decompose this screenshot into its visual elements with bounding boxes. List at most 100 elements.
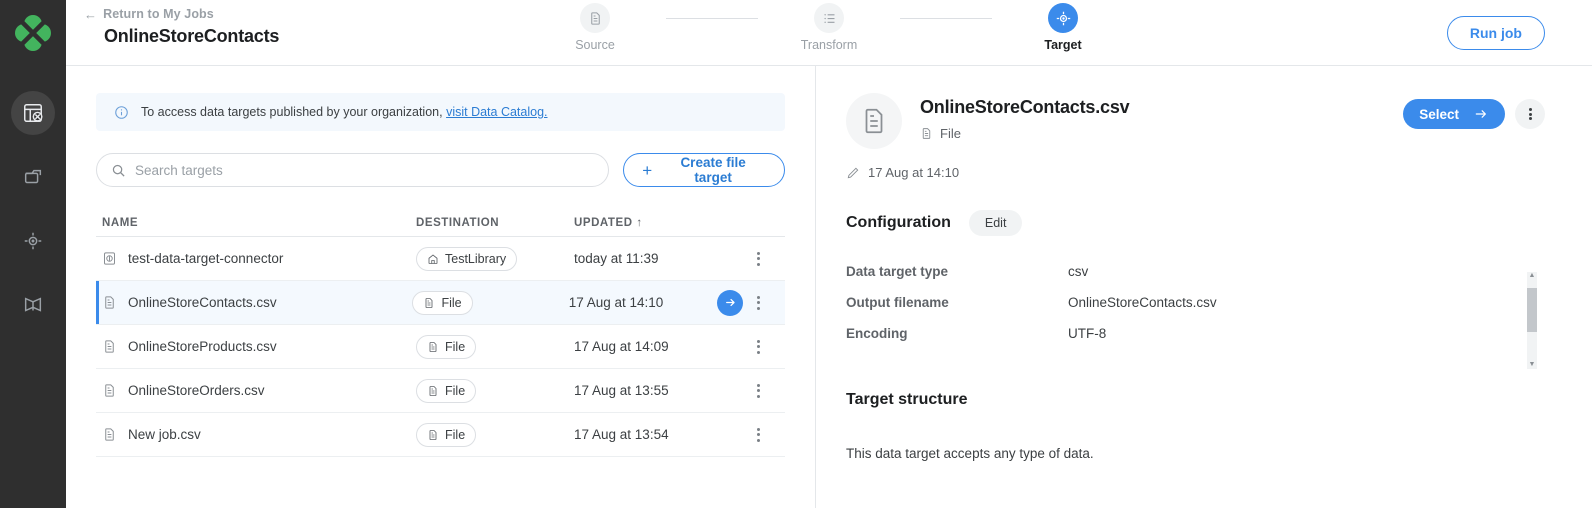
edit-configuration-button[interactable]: Edit — [968, 210, 1023, 236]
column-header-destination[interactable]: DESTINATION — [416, 217, 574, 229]
row-name-label: OnlineStoreContacts.csv — [128, 295, 277, 310]
info-banner: To access data targets published by your… — [96, 93, 785, 131]
select-button-label: Select — [1419, 106, 1459, 122]
file-icon — [859, 106, 889, 136]
destination-chip: TestLibrary — [416, 246, 518, 271]
return-to-my-jobs-link[interactable]: ← Return to My Jobs — [84, 7, 279, 21]
table-row[interactable]: OnlineStoreContacts.csv File 17 Aug at 1… — [96, 281, 785, 325]
target-icon — [22, 230, 44, 252]
detail-more-menu-button[interactable] — [1515, 99, 1545, 129]
targets-table: NAME DESTINATION UPDATED ↑ test-data-tar… — [96, 209, 785, 457]
row-updated-cell: 17 Aug at 14:09 — [574, 339, 669, 354]
detail-title: OnlineStoreContacts.csv — [920, 97, 1130, 117]
row-more-menu-button[interactable] — [749, 251, 767, 266]
row-actions-cell — [724, 383, 785, 398]
last-edited-line: 17 Aug at 14:10 — [846, 165, 1592, 180]
select-target-button[interactable]: Select — [1403, 99, 1505, 129]
sidebar-item-catalog[interactable] — [11, 283, 55, 327]
scroll-down-icon[interactable]: ▼ — [1529, 361, 1536, 369]
row-name-cell: OnlineStoreContacts.csv — [96, 295, 412, 310]
arrow-left-icon: ← — [84, 6, 98, 22]
column-header-updated[interactable]: UPDATED ↑ — [574, 217, 724, 229]
row-name-cell: OnlineStoreOrders.csv — [96, 383, 416, 398]
list-icon — [822, 11, 837, 26]
sidebar-item-folders[interactable] — [11, 155, 55, 199]
row-more-menu-button[interactable] — [749, 383, 767, 398]
book-icon — [22, 294, 44, 316]
row-updated-cell: today at 11:39 — [574, 251, 659, 266]
open-target-button[interactable] — [717, 289, 743, 316]
destination-chip-label: File — [445, 427, 466, 442]
configuration-key: Encoding — [846, 326, 908, 341]
info-banner-text: To access data targets published by your… — [141, 105, 548, 119]
app-logo[interactable] — [0, 0, 66, 66]
file-icon — [102, 295, 117, 310]
search-input[interactable] — [135, 162, 595, 178]
row-destination-cell: TestLibrary — [416, 246, 574, 271]
configuration-header: Configuration Edit — [846, 210, 1592, 236]
step-transform[interactable]: Transform — [758, 3, 900, 52]
detail-header: OnlineStoreContacts.csv File Select — [846, 93, 1592, 149]
row-more-menu-button[interactable] — [749, 339, 767, 354]
app-header: ← Return to My Jobs OnlineStoreContacts — [66, 0, 1592, 66]
return-link-label: Return to My Jobs — [103, 7, 214, 21]
detail-title-block: OnlineStoreContacts.csv File — [920, 93, 1130, 141]
detail-subtitle-label: File — [940, 126, 961, 141]
configuration-value: UTF-8 — [1068, 326, 1107, 341]
row-destination-cell: File — [416, 378, 574, 403]
detail-file-avatar — [846, 93, 902, 149]
destination-chip-label: File — [445, 339, 466, 354]
app-root: ← Return to My Jobs OnlineStoreContacts — [0, 0, 1592, 508]
table-row[interactable]: test-data-target-connector TestLibrary t… — [96, 237, 785, 281]
step-source[interactable]: Source — [524, 3, 666, 52]
left-nav-rail — [0, 0, 66, 508]
row-name-cell: test-data-target-connector — [96, 251, 416, 266]
destination-chip: File — [416, 422, 477, 447]
run-job-button[interactable]: Run job — [1446, 16, 1545, 50]
scroll-up-icon[interactable]: ▲ — [1529, 272, 1536, 280]
workflow-stepper: Source Transform Target — [524, 3, 1134, 52]
row-actions-cell — [724, 427, 785, 442]
configuration-value: csv — [1068, 264, 1089, 279]
table-row[interactable]: OnlineStoreOrders.csv File 17 Aug at 13:… — [96, 369, 785, 413]
row-actions-cell — [724, 251, 785, 266]
row-name-cell: New job.csv — [96, 427, 416, 442]
column-header-name[interactable]: NAME — [96, 217, 416, 229]
row-updated-cell: 17 Aug at 13:55 — [574, 383, 669, 398]
configuration-scrollbar-thumb[interactable] — [1527, 288, 1537, 332]
header-left: ← Return to My Jobs OnlineStoreContacts — [84, 7, 279, 47]
jobs-icon — [22, 102, 44, 124]
row-actions-cell — [717, 289, 785, 316]
step-transform-bubble — [814, 3, 844, 33]
destination-chip: File — [416, 378, 477, 403]
plus-icon: + — [642, 160, 653, 180]
data-catalog-link[interactable]: visit Data Catalog. — [446, 105, 547, 119]
document-icon — [588, 11, 603, 26]
row-name-label: OnlineStoreOrders.csv — [128, 383, 265, 398]
destination-chip: File — [412, 290, 473, 315]
destination-chip-label: TestLibrary — [445, 251, 507, 266]
step-target-bubble — [1048, 3, 1078, 33]
search-targets-box[interactable] — [96, 153, 610, 187]
step-target[interactable]: Target — [992, 3, 1134, 52]
row-destination-cell: File — [412, 290, 568, 315]
table-row[interactable]: New job.csv File 17 Aug at 13:54 — [96, 413, 785, 457]
sidebar-item-targets[interactable] — [11, 219, 55, 263]
destination-chip: File — [416, 334, 477, 359]
targets-list-pane: To access data targets published by your… — [66, 66, 816, 508]
detail-actions: Select — [1403, 93, 1592, 129]
row-more-menu-button[interactable] — [749, 295, 767, 310]
info-banner-message: To access data targets published by your… — [141, 105, 443, 119]
file-icon — [102, 339, 117, 354]
sidebar-item-jobs[interactable] — [11, 91, 55, 135]
step-source-bubble — [580, 3, 610, 33]
table-row[interactable]: OnlineStoreProducts.csv File 17 Aug at 1… — [96, 325, 785, 369]
row-more-menu-button[interactable] — [749, 427, 767, 442]
create-file-target-button[interactable]: + Create file target — [623, 153, 785, 187]
info-icon — [114, 105, 129, 120]
row-updated-cell: 17 Aug at 14:10 — [568, 295, 664, 310]
content-body: To access data targets published by your… — [66, 66, 1592, 508]
configuration-key: Output filename — [846, 295, 949, 310]
row-name-label: New job.csv — [128, 427, 201, 442]
detail-subtitle: File — [920, 126, 1129, 141]
